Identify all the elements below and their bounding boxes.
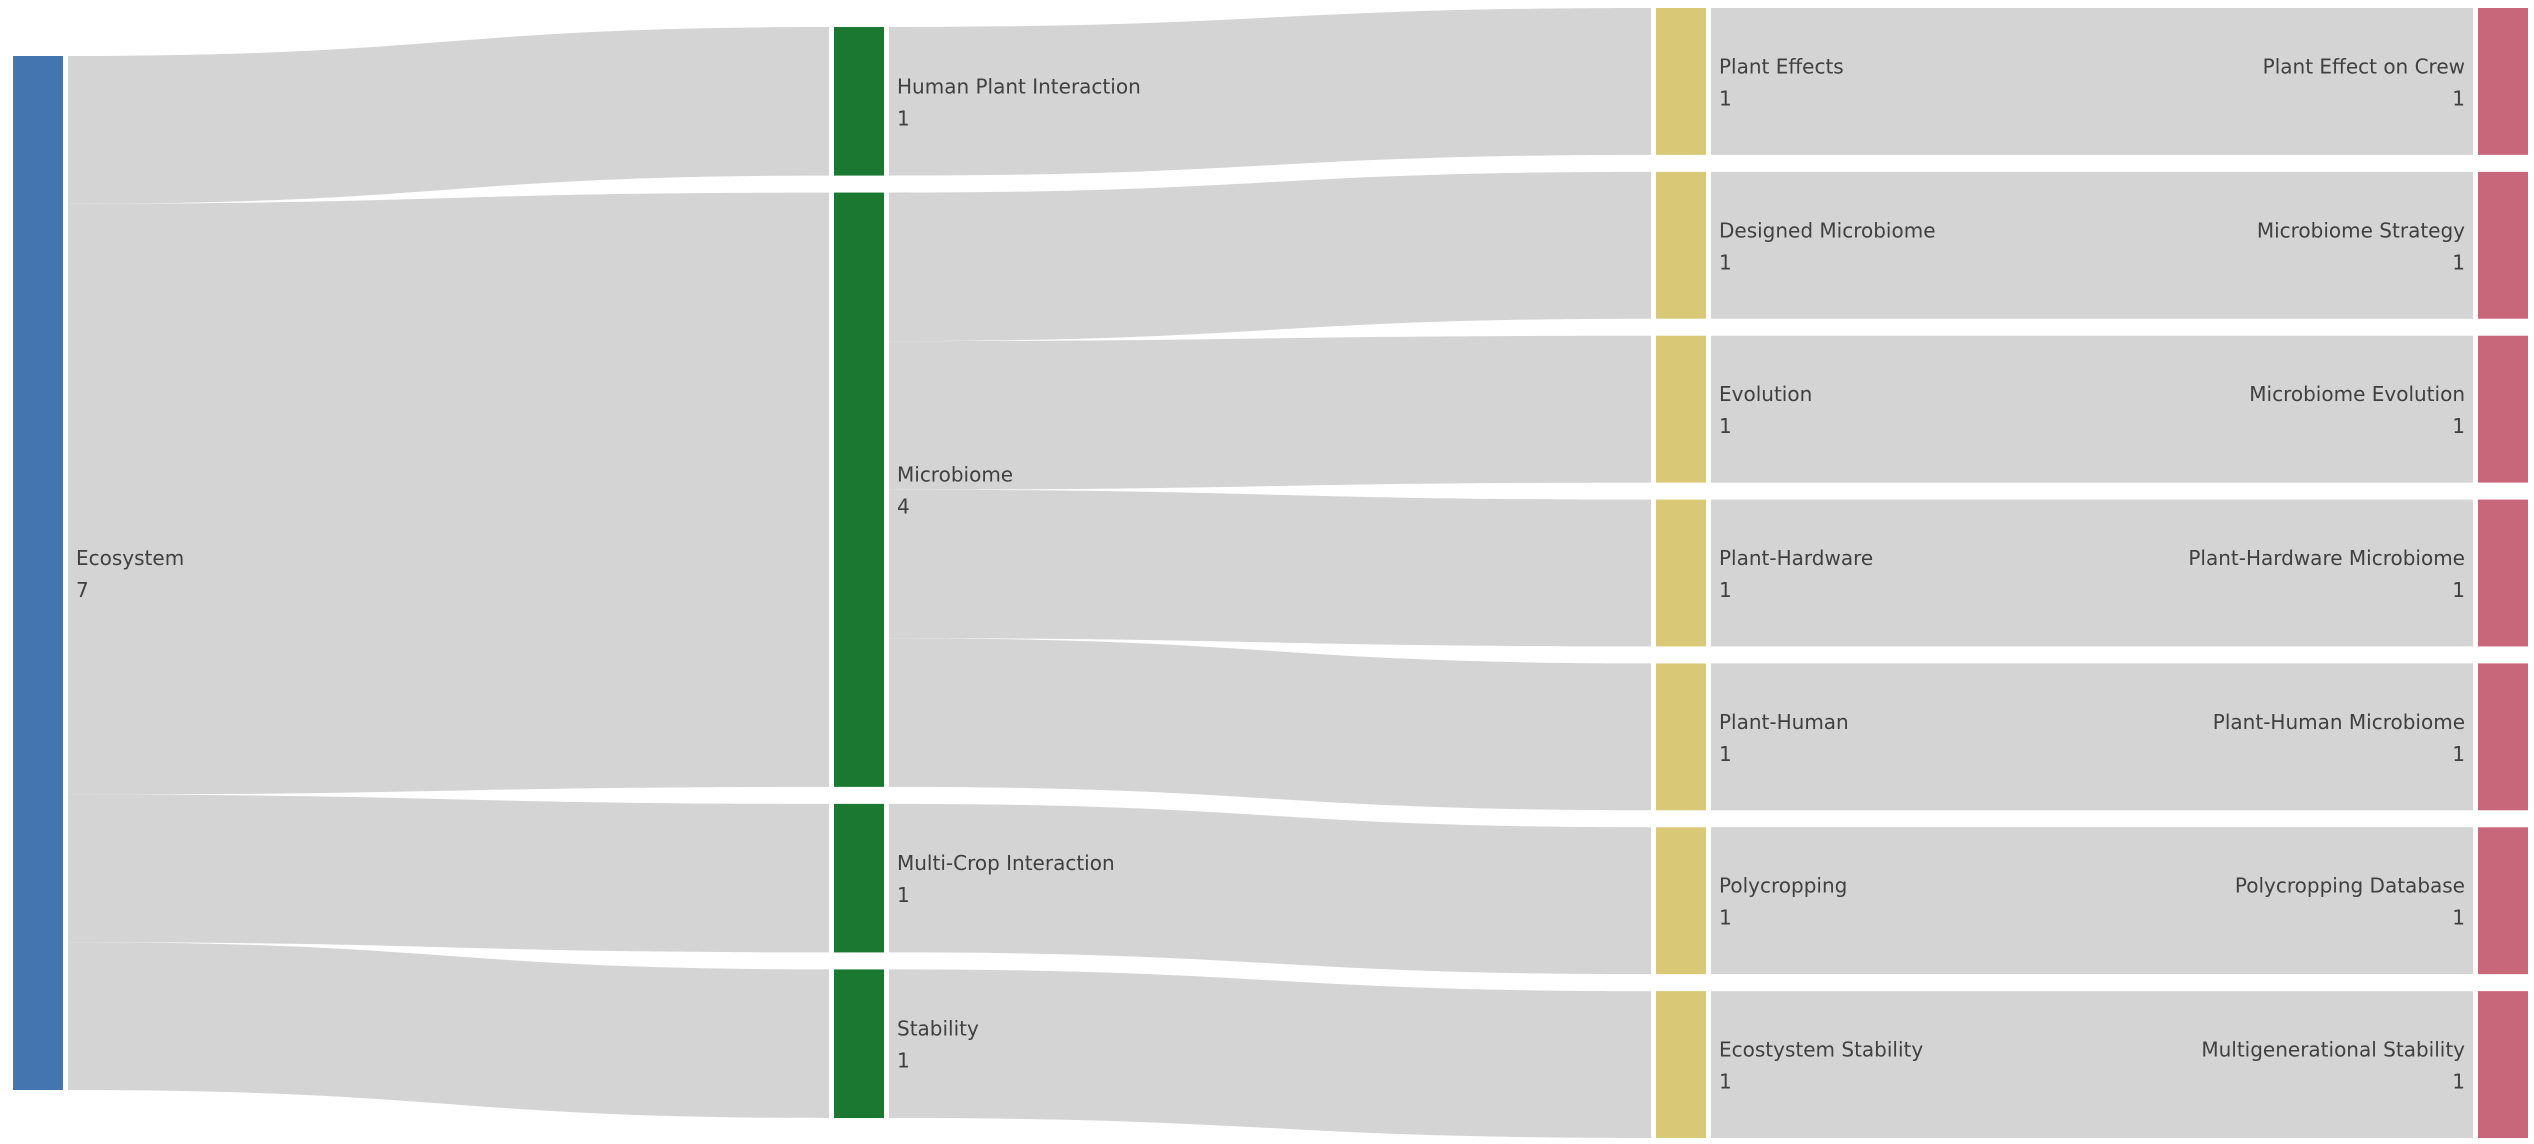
node-value-plant-hardware: 1 bbox=[1719, 578, 1732, 602]
node-value-human-plant-interaction: 1 bbox=[897, 106, 910, 130]
node-microbiome-strategy[interactable] bbox=[2478, 171, 2528, 319]
link-designed-microbiome-to-microbiome-strategy[interactable] bbox=[1711, 171, 2473, 319]
node-plant-human[interactable] bbox=[1656, 663, 1706, 811]
link-polycropping-to-polycropping-database[interactable] bbox=[1711, 827, 2473, 975]
node-value-plant-human-microbiome: 1 bbox=[2452, 742, 2465, 766]
node-label-plant-human-microbiome: Plant-Human Microbiome bbox=[2213, 710, 2465, 734]
node-label-plant-effects: Plant Effects bbox=[1719, 54, 1844, 78]
node-microbiome[interactable] bbox=[834, 192, 884, 787]
link-ecosystem-to-stability[interactable] bbox=[68, 942, 829, 1118]
links-layer bbox=[68, 8, 2473, 1138]
link-plant-hardware-to-plant-hardware-microbiome[interactable] bbox=[1711, 499, 2473, 647]
node-human-plant-interaction[interactable] bbox=[834, 27, 884, 176]
node-value-plant-human: 1 bbox=[1719, 742, 1732, 766]
node-value-evolution: 1 bbox=[1719, 414, 1732, 438]
node-label-polycropping: Polycropping bbox=[1719, 874, 1847, 898]
link-stability-to-ecosystem-stability[interactable] bbox=[889, 969, 1651, 1138]
node-value-ecosystem-stability: 1 bbox=[1719, 1070, 1732, 1094]
link-microbiome-to-designed-microbiome[interactable] bbox=[889, 171, 1651, 342]
link-plant-human-to-plant-human-microbiome[interactable] bbox=[1711, 663, 2473, 811]
link-microbiome-to-plant-human[interactable] bbox=[889, 638, 1651, 811]
node-value-multigenerational-stability: 1 bbox=[2452, 1070, 2465, 1094]
node-value-polycropping: 1 bbox=[1719, 906, 1732, 930]
link-ecosystem-to-multi-crop-interaction[interactable] bbox=[68, 794, 829, 953]
node-label-plant-effect-on-crew: Plant Effect on Crew bbox=[2263, 54, 2465, 78]
node-value-stability: 1 bbox=[897, 1049, 910, 1073]
sankey-chart: Ecosystem 7 Human Plant Interaction 1 Microb… bbox=[13, 8, 2528, 1138]
node-value-plant-hardware-microbiome: 1 bbox=[2452, 578, 2465, 602]
link-plant-effects-to-plant-effect-on-crew[interactable] bbox=[1711, 8, 2473, 155]
link-ecosystem-to-microbiome[interactable] bbox=[68, 192, 829, 795]
node-plant-hardware-microbiome[interactable] bbox=[2478, 499, 2528, 647]
node-multi-crop-interaction[interactable] bbox=[834, 803, 884, 953]
node-label-multi-crop-interaction: Multi-Crop Interaction bbox=[897, 851, 1115, 875]
node-label-plant-hardware-microbiome: Plant-Hardware Microbiome bbox=[2188, 546, 2465, 570]
node-label-evolution: Evolution bbox=[1719, 382, 1812, 406]
node-value-microbiome-evolution: 1 bbox=[2452, 414, 2465, 438]
node-label-stability: Stability bbox=[897, 1017, 979, 1041]
node-ecosystem-stability[interactable] bbox=[1656, 991, 1706, 1138]
node-stability[interactable] bbox=[834, 969, 884, 1118]
node-label-microbiome-strategy: Microbiome Strategy bbox=[2257, 218, 2465, 242]
link-ecosystem-to-human-plant-interaction[interactable] bbox=[68, 27, 829, 204]
node-plant-effects[interactable] bbox=[1656, 8, 1706, 155]
link-microbiome-to-plant-hardware[interactable] bbox=[889, 489, 1651, 647]
node-label-ecosystem-stability: Ecostystem Stability bbox=[1719, 1038, 1923, 1062]
node-value-polycropping-database: 1 bbox=[2452, 906, 2465, 930]
node-multigenerational-stability[interactable] bbox=[2478, 991, 2528, 1138]
node-value-designed-microbiome: 1 bbox=[1719, 250, 1732, 274]
node-label-plant-hardware: Plant-Hardware bbox=[1719, 546, 1873, 570]
node-label-microbiome: Microbiome bbox=[897, 463, 1013, 487]
node-value-multi-crop-interaction: 1 bbox=[897, 883, 910, 907]
node-value-microbiome: 4 bbox=[897, 495, 910, 519]
node-plant-hardware[interactable] bbox=[1656, 499, 1706, 647]
node-label-microbiome-evolution: Microbiome Evolution bbox=[2249, 382, 2465, 406]
node-label-plant-human: Plant-Human bbox=[1719, 710, 1849, 734]
node-polycropping[interactable] bbox=[1656, 827, 1706, 975]
node-value-microbiome-strategy: 1 bbox=[2452, 250, 2465, 274]
node-label-multigenerational-stability: Multigenerational Stability bbox=[2201, 1038, 2465, 1062]
node-designed-microbiome[interactable] bbox=[1656, 171, 1706, 319]
link-multi-crop-interaction-to-polycropping[interactable] bbox=[889, 803, 1651, 975]
node-evolution[interactable] bbox=[1656, 335, 1706, 483]
node-label-human-plant-interaction: Human Plant Interaction bbox=[897, 74, 1141, 98]
node-value-plant-effect-on-crew: 1 bbox=[2452, 86, 2465, 110]
node-plant-effect-on-crew[interactable] bbox=[2478, 8, 2528, 155]
node-microbiome-evolution[interactable] bbox=[2478, 335, 2528, 483]
node-plant-human-microbiome[interactable] bbox=[2478, 663, 2528, 811]
node-polycropping-database[interactable] bbox=[2478, 827, 2528, 975]
link-evolution-to-microbiome-evolution[interactable] bbox=[1711, 335, 2473, 483]
node-ecosystem[interactable] bbox=[13, 56, 63, 1090]
node-value-ecosystem: 7 bbox=[76, 578, 89, 602]
node-label-ecosystem: Ecosystem bbox=[76, 546, 184, 570]
node-label-polycropping-database: Polycropping Database bbox=[2235, 874, 2465, 898]
link-ecosystem-stability-to-multigenerational-stability[interactable] bbox=[1711, 991, 2473, 1138]
node-label-designed-microbiome: Designed Microbiome bbox=[1719, 218, 1936, 242]
node-value-plant-effects: 1 bbox=[1719, 86, 1732, 110]
